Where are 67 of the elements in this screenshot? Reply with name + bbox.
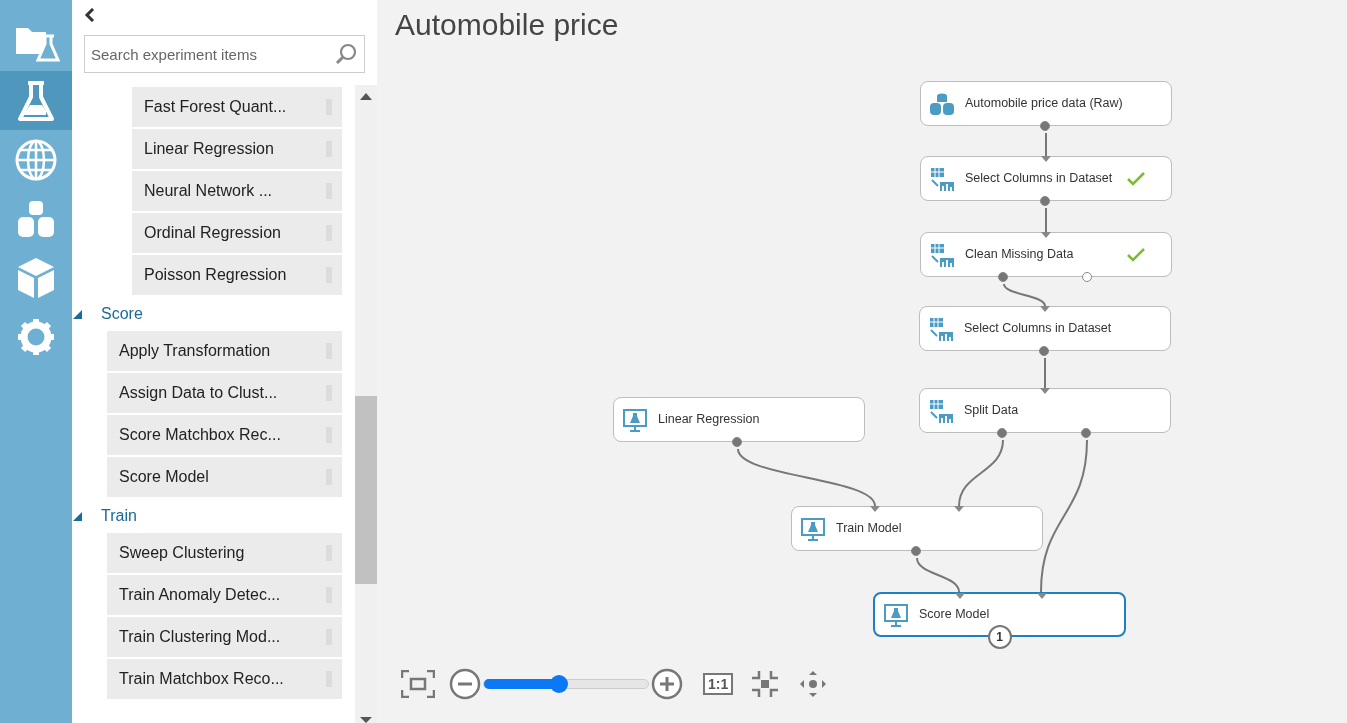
- connector: [1003, 283, 1046, 307]
- monitor-flask-icon: [883, 601, 909, 628]
- input-port[interactable]: [1040, 306, 1050, 312]
- output-port[interactable]: [1081, 428, 1091, 438]
- pan-icon[interactable]: [799, 670, 828, 698]
- output-port[interactable]: [732, 437, 742, 447]
- palette-item[interactable]: Fast Forest Quant...: [132, 87, 342, 127]
- fit-screen-icon[interactable]: [401, 670, 435, 698]
- input-port[interactable]: [1037, 593, 1047, 599]
- category-title[interactable]: Train: [101, 504, 137, 528]
- input-port[interactable]: [870, 506, 880, 512]
- palette-item[interactable]: Ordinal Regression: [132, 213, 342, 253]
- module-node[interactable]: Select Columns in Dataset: [920, 156, 1172, 201]
- palette-item[interactable]: Train Anomaly Detec...: [107, 575, 342, 615]
- module-node[interactable]: Automobile price data (Raw): [920, 81, 1172, 126]
- output-port[interactable]: [1039, 346, 1049, 356]
- output-port[interactable]: [1040, 121, 1050, 131]
- connector: [1044, 357, 1046, 389]
- table-chart-icon: [928, 315, 954, 342]
- fit-selection-icon[interactable]: [751, 670, 780, 698]
- palette-item[interactable]: Score Model: [107, 457, 342, 497]
- rail-tab[interactable]: [0, 71, 72, 130]
- module-node[interactable]: Split Data: [919, 388, 1171, 433]
- palette-item[interactable]: Linear Regression: [132, 129, 342, 169]
- scroll-down-icon[interactable]: [360, 717, 372, 723]
- search-icon: [334, 42, 358, 66]
- output-port[interactable]: [1082, 272, 1092, 282]
- input-port[interactable]: [1041, 232, 1051, 238]
- input-port[interactable]: [1041, 156, 1051, 162]
- output-port[interactable]: [997, 428, 1007, 438]
- input-port[interactable]: [1040, 388, 1050, 394]
- connector: [916, 557, 960, 593]
- module-node[interactable]: Clean Missing Data: [920, 232, 1172, 277]
- module-node[interactable]: Train Model: [791, 506, 1043, 551]
- palette-item[interactable]: Apply Transformation: [107, 331, 342, 371]
- scroll-up-icon[interactable]: [360, 92, 372, 100]
- palette-item[interactable]: Neural Network ...: [132, 171, 342, 211]
- connector: [1045, 207, 1047, 233]
- palette-item[interactable]: Score Matchbox Rec...: [107, 415, 342, 455]
- input-port[interactable]: [954, 506, 964, 512]
- table-chart-icon: [929, 165, 955, 192]
- module-node[interactable]: Select Columns in Dataset: [919, 306, 1171, 351]
- module-node[interactable]: Linear Regression: [613, 397, 865, 442]
- zoom-in-icon[interactable]: [651, 668, 683, 700]
- actual-size-button[interactable]: 1:1: [703, 673, 734, 695]
- table-chart-icon: [929, 241, 955, 268]
- collapse-icon[interactable]: [84, 8, 96, 22]
- monitor-flask-icon: [800, 515, 826, 542]
- connector: [958, 439, 1004, 507]
- palette-item[interactable]: Poisson Regression: [132, 255, 342, 295]
- zoom-out-icon[interactable]: [449, 668, 481, 700]
- output-port[interactable]: [1040, 196, 1050, 206]
- experiment-title: Automobile price: [395, 7, 620, 43]
- output-port[interactable]: [998, 272, 1008, 282]
- input-port[interactable]: [955, 593, 965, 599]
- palette-item[interactable]: Sweep Clustering: [107, 533, 342, 573]
- connector: [1045, 132, 1047, 157]
- output-port[interactable]: [911, 546, 921, 556]
- palette-item[interactable]: Assign Data to Clust...: [107, 373, 342, 413]
- slider-thumb[interactable]: [550, 675, 569, 693]
- scrollbar-thumb[interactable]: [355, 396, 377, 584]
- category-title[interactable]: Score: [101, 302, 143, 326]
- palette-item[interactable]: Train Clustering Mod...: [107, 617, 342, 657]
- search-field[interactable]: Search experiment items: [84, 35, 365, 73]
- monitor-flask-icon: [622, 406, 648, 433]
- palette-item[interactable]: Train Matchbox Reco...: [107, 659, 342, 699]
- table-chart-icon: [928, 397, 954, 424]
